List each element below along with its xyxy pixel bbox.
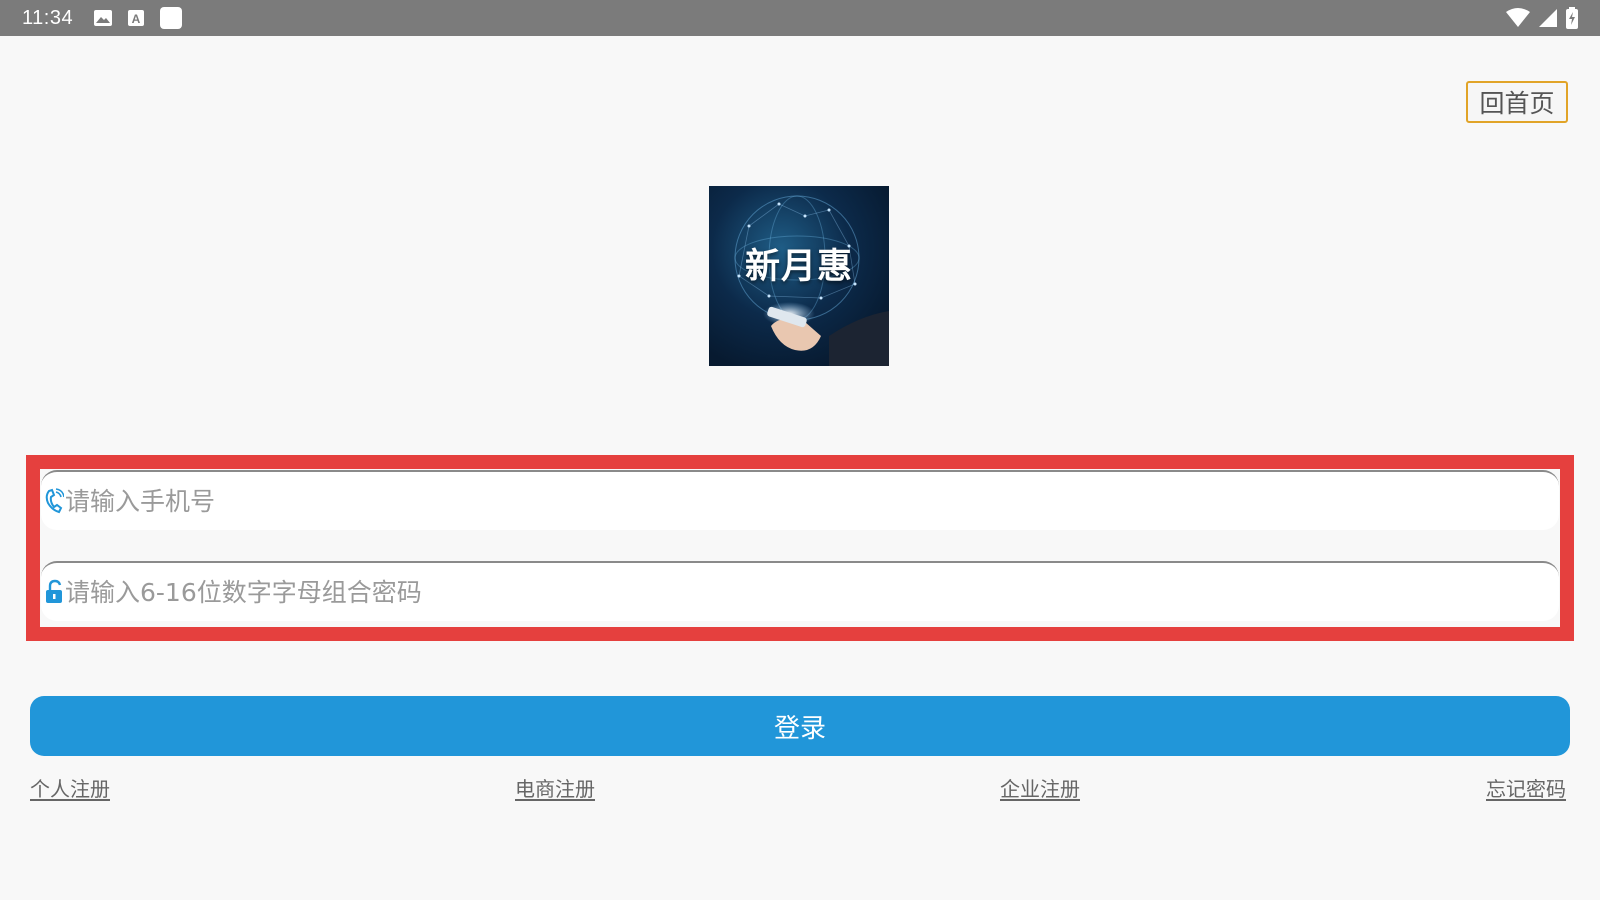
logo-text: 新月惠 (744, 247, 853, 287)
forgot-password-link[interactable]: 忘记密码 (1486, 773, 1566, 802)
phone-icon (43, 487, 65, 515)
home-button[interactable]: 回首页 (1466, 81, 1568, 123)
lock-icon (43, 578, 65, 606)
status-time: 11:34 (22, 6, 74, 29)
status-bar-right (1506, 7, 1578, 29)
text-a-icon: A (127, 9, 145, 27)
app-logo: 新月惠 (709, 186, 889, 366)
image-icon (93, 9, 113, 27)
phone-field[interactable] (41, 470, 1559, 530)
signal-icon (1538, 8, 1558, 28)
login-button[interactable]: 登录 (30, 696, 1570, 756)
square-app-icon (159, 6, 183, 30)
password-input[interactable] (65, 563, 1559, 621)
phone-input[interactable] (65, 472, 1559, 530)
battery-charging-icon (1566, 7, 1578, 29)
status-bar: 11:34 A (0, 0, 1600, 36)
enterprise-register-link[interactable]: 企业注册 (1000, 773, 1080, 802)
ecommerce-register-link[interactable]: 电商注册 (515, 773, 595, 802)
status-bar-left: 11:34 A (22, 6, 183, 30)
personal-register-link[interactable]: 个人注册 (30, 773, 110, 802)
password-field[interactable] (41, 561, 1559, 621)
wifi-icon (1506, 8, 1530, 28)
svg-text:A: A (132, 12, 141, 26)
